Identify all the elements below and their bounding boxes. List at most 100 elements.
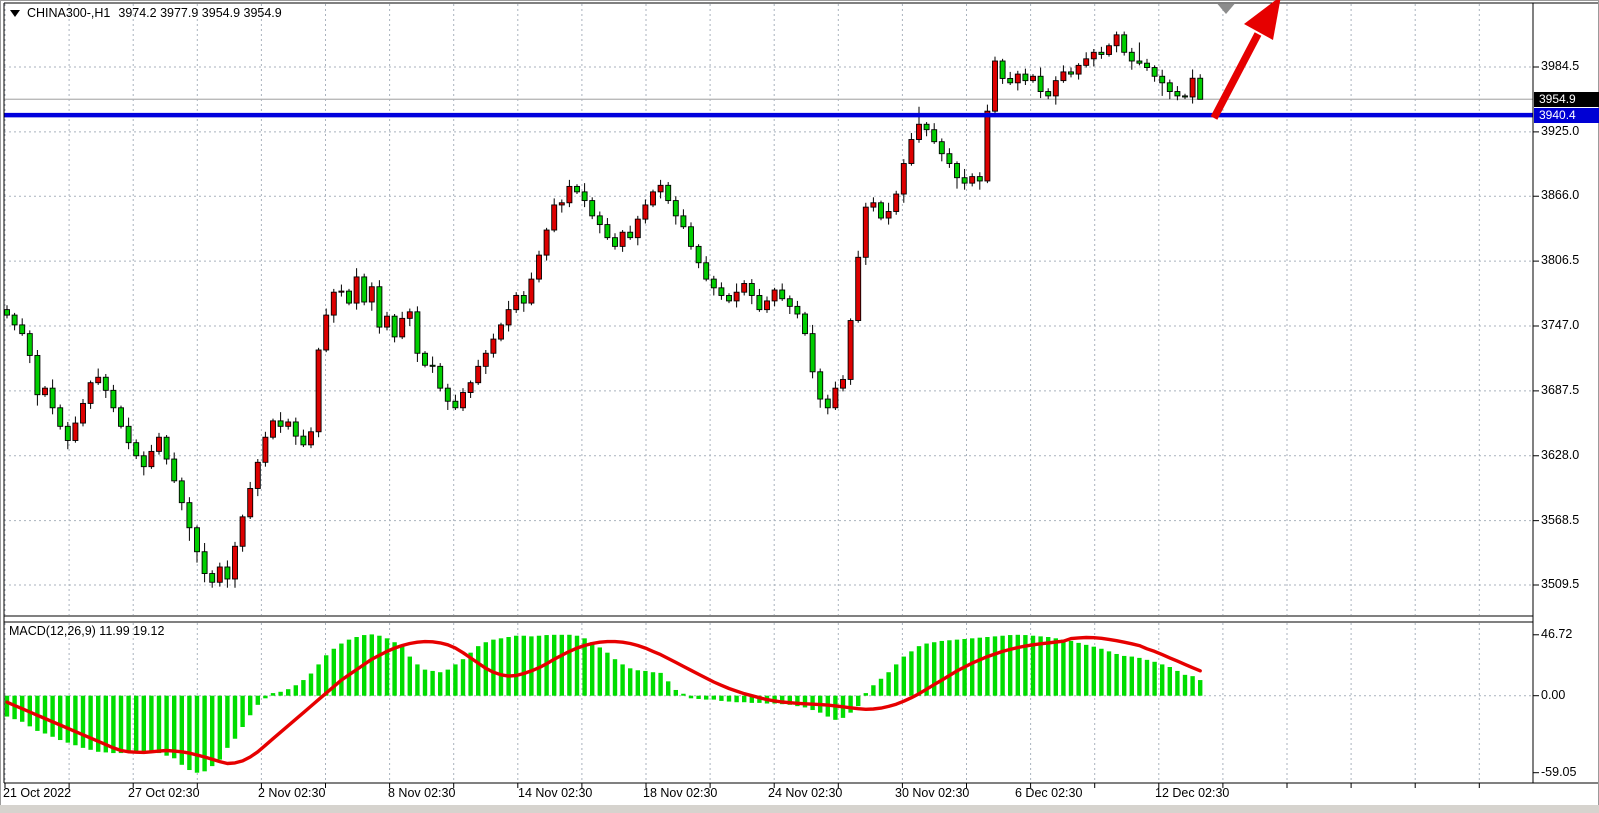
macd-signal-line <box>7 638 1200 764</box>
macd-histogram-bar <box>476 646 480 696</box>
candle-up <box>901 164 906 195</box>
macd-histogram-bar <box>58 696 62 740</box>
macd-histogram-bar <box>1152 662 1156 696</box>
candle-up <box>240 517 245 546</box>
macd-histogram-bar <box>871 685 875 695</box>
candle-up <box>476 366 481 382</box>
macd-histogram-bar <box>1016 635 1020 696</box>
panel-borders <box>1 1 1599 813</box>
candle-down <box>1122 35 1127 52</box>
price-axis-label: 3806.5 <box>1541 253 1579 267</box>
candle-up <box>499 325 504 339</box>
candle-up <box>354 277 359 303</box>
symbol-dropdown-icon[interactable] <box>10 10 20 17</box>
macd-histogram-bar <box>628 668 632 695</box>
macd-histogram-bar <box>727 696 731 702</box>
macd-histogram-bar <box>1092 647 1096 696</box>
time-axis-label: 21 Oct 2022 <box>3 786 71 800</box>
macd-histogram-bar <box>187 696 191 770</box>
candle-up <box>483 353 488 366</box>
chart-window: CHINA300-,H13974.2 3977.9 3954.9 3954.9 … <box>0 0 1599 813</box>
macd-histogram-bar <box>864 693 868 696</box>
macd-histogram-bar <box>985 637 989 696</box>
candle-down <box>628 232 633 237</box>
candle-down <box>977 177 982 181</box>
candle-up <box>407 312 412 319</box>
macd-histogram-bar <box>294 685 298 695</box>
candle-down <box>278 421 283 426</box>
candle-up <box>514 295 519 309</box>
price-axis-label: 3984.5 <box>1541 59 1579 73</box>
macd-indicator-label: MACD(12,26,9) 11.99 19.12 <box>9 624 164 638</box>
candle-up <box>635 219 640 238</box>
candle-up <box>271 421 276 437</box>
price-axis-label: 3687.5 <box>1541 383 1579 397</box>
candle-down <box>613 238 618 247</box>
macd-histogram-bar <box>149 696 153 752</box>
candle-down <box>1145 63 1150 67</box>
price-axis-label: 3628.0 <box>1541 448 1579 462</box>
macd-histogram-bar <box>506 637 510 696</box>
candle-down <box>1023 74 1028 81</box>
candle-down <box>1137 61 1142 63</box>
candle-up <box>263 437 268 462</box>
candle-down <box>810 334 815 372</box>
candle-down <box>1000 61 1005 78</box>
macd-histogram-bar <box>1107 651 1111 695</box>
candle-down <box>362 277 367 302</box>
candle-up <box>765 301 770 310</box>
macd-histogram-bar <box>233 696 237 739</box>
macd-histogram-bar <box>453 664 457 695</box>
candle-up <box>81 403 86 423</box>
candle-down <box>879 203 884 218</box>
macd-histogram-bar <box>5 696 9 717</box>
triangle-marker-icon[interactable] <box>1218 4 1235 14</box>
candle-up <box>149 451 154 466</box>
candle-up <box>841 379 846 388</box>
candle-down <box>50 388 55 408</box>
macd-histogram-bar <box>514 636 518 696</box>
candle-up <box>567 186 572 202</box>
macd-histogram-bar <box>172 696 176 759</box>
candle-up <box>856 257 861 320</box>
candle-up <box>255 462 260 488</box>
macd-histogram-bar <box>126 696 130 752</box>
candle-down <box>681 216 686 227</box>
candle-down <box>673 201 678 216</box>
macd-histogram-bar <box>1084 645 1088 696</box>
macd-axis-label: 46.72 <box>1541 627 1572 641</box>
candle-up <box>848 321 853 380</box>
candle-up <box>985 111 990 181</box>
candle-down <box>377 287 382 327</box>
candle-up <box>620 232 625 246</box>
candle-down <box>696 246 701 262</box>
candle-down <box>1046 92 1051 96</box>
macd-histogram-bar <box>271 693 275 696</box>
candle-down <box>103 377 108 390</box>
candle-up <box>385 316 390 327</box>
macd-histogram-bar <box>286 689 290 696</box>
macd-histogram-bar <box>1076 643 1080 696</box>
macd-histogram-bar <box>66 696 70 743</box>
macd-histogram-bar <box>567 635 571 696</box>
candle-down <box>521 295 526 303</box>
macd-histogram-bar <box>316 664 320 695</box>
candle-up <box>1061 72 1066 81</box>
trend-arrow-head[interactable] <box>1244 0 1281 40</box>
macd-histogram-bar <box>1183 675 1187 696</box>
chart-canvas[interactable] <box>0 0 1599 813</box>
macd-histogram-bar <box>438 672 442 695</box>
candle-down <box>164 437 169 459</box>
macd-histogram-bar <box>339 644 343 696</box>
candle-up <box>491 339 496 353</box>
macd-histogram-bar <box>955 640 959 696</box>
macd-histogram-bar <box>370 634 374 695</box>
candle-up <box>157 437 162 451</box>
candle-down <box>134 443 139 456</box>
macd-histogram-bar <box>1137 658 1141 696</box>
time-axis-label: 30 Nov 02:30 <box>895 786 969 800</box>
symbol-period-label: CHINA300-,H1 <box>27 6 110 20</box>
macd-histogram-bar <box>81 696 85 748</box>
macd-histogram-bar <box>180 696 184 765</box>
candle-up <box>772 290 777 301</box>
